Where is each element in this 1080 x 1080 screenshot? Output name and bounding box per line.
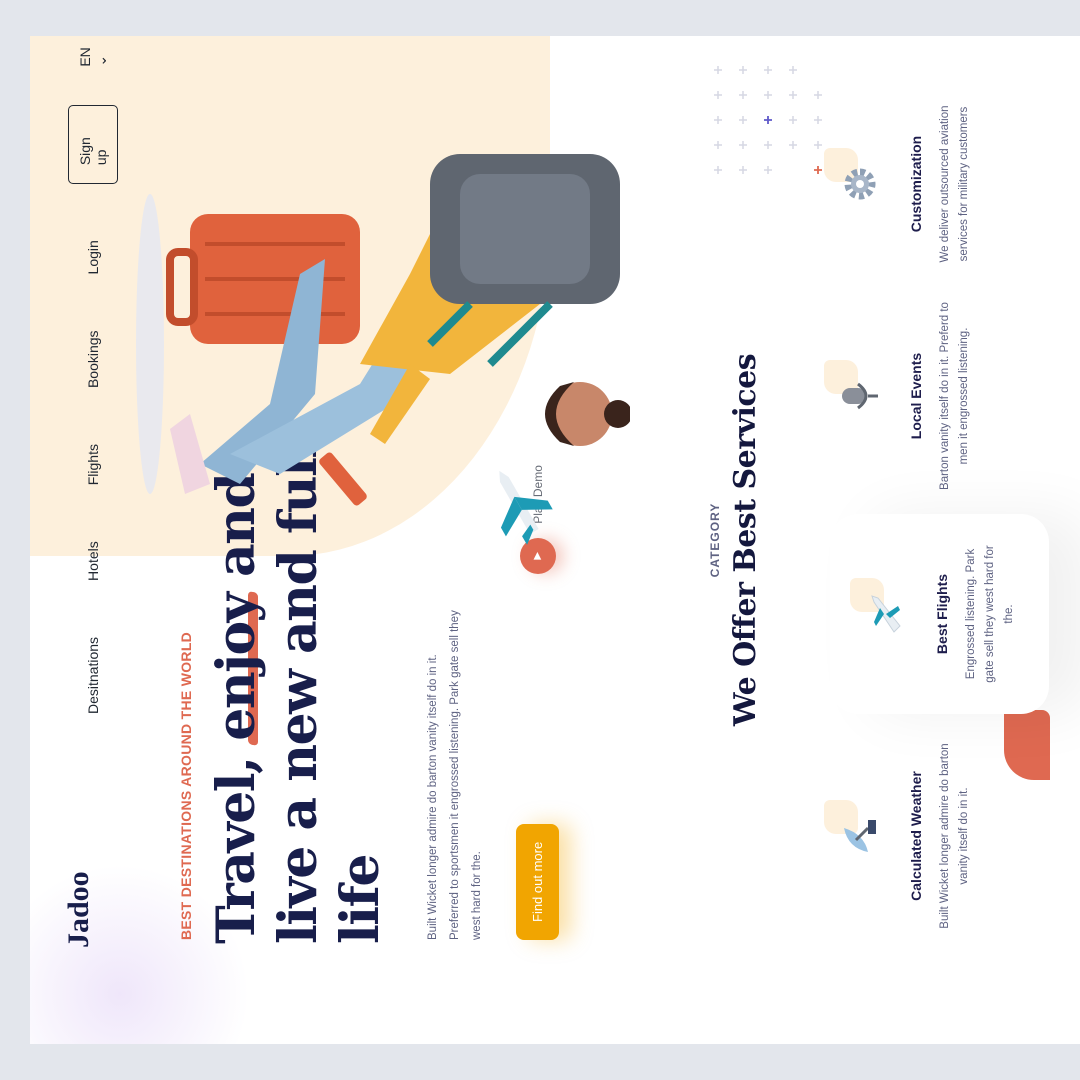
- service-title: Calculated Weather: [908, 771, 924, 901]
- satellite-dish-icon: [844, 820, 876, 852]
- headline-underlined-word: enjoy: [206, 593, 267, 741]
- nav-item-bookings[interactable]: Bookings: [85, 330, 101, 388]
- microphone-icon: [842, 382, 878, 410]
- service-title: Best Flights: [934, 573, 950, 655]
- service-text: Barton vanity itself do in it. Preferd t…: [939, 302, 970, 490]
- find-out-more-button[interactable]: Find out more: [516, 823, 559, 940]
- services-title: We Offer Best Services: [728, 353, 763, 727]
- service-card[interactable]: Customization We deliver outsourced avia…: [824, 84, 974, 284]
- decorative-plus-grid: [714, 66, 822, 174]
- service-title: Local Events: [908, 352, 924, 440]
- category-label: CATEGORY: [708, 502, 722, 578]
- page-frame: Jadoo Desitnations Hotels Flights Bookin…: [30, 36, 1080, 1044]
- airplane-icon: [871, 595, 901, 633]
- nav-item-flights[interactable]: Flights: [85, 444, 101, 485]
- service-title: Customization: [908, 135, 924, 233]
- jadoo-logo[interactable]: Jadoo: [62, 871, 96, 948]
- airplane-icon: [499, 470, 553, 545]
- hero-description: Built Wicket longer admire do barton van…: [427, 610, 483, 940]
- headline-part-1: Travel,: [206, 740, 267, 944]
- hero-tagline: BEST DESTINATIONS AROUND THE WORLD: [178, 631, 194, 940]
- login-link[interactable]: Login: [85, 240, 101, 274]
- gear-icon: [844, 168, 876, 200]
- service-card[interactable]: Calculated Weather Built Wicket longer a…: [824, 736, 974, 936]
- service-card[interactable]: Local Events Barton vanity itself do in …: [824, 296, 974, 496]
- language-selector[interactable]: EN ⌄: [77, 36, 110, 66]
- nav-item-destinations[interactable]: Desitnations: [85, 637, 101, 714]
- service-card-highlighted[interactable]: Best Flights Engrossed listening. Park g…: [830, 514, 1049, 714]
- decorative-orange-block: [1004, 710, 1050, 780]
- landing-page: Jadoo Desitnations Hotels Flights Bookin…: [30, 36, 1080, 1044]
- traveler-illustration: [136, 154, 630, 545]
- nav-item-hotels[interactable]: Hotels: [85, 541, 101, 581]
- service-text: Engrossed listening. Park gate sell they…: [965, 545, 1015, 683]
- service-text: Built Wicket longer admire do barton van…: [939, 743, 970, 929]
- service-text: We deliver outsourced aviation services …: [939, 105, 970, 263]
